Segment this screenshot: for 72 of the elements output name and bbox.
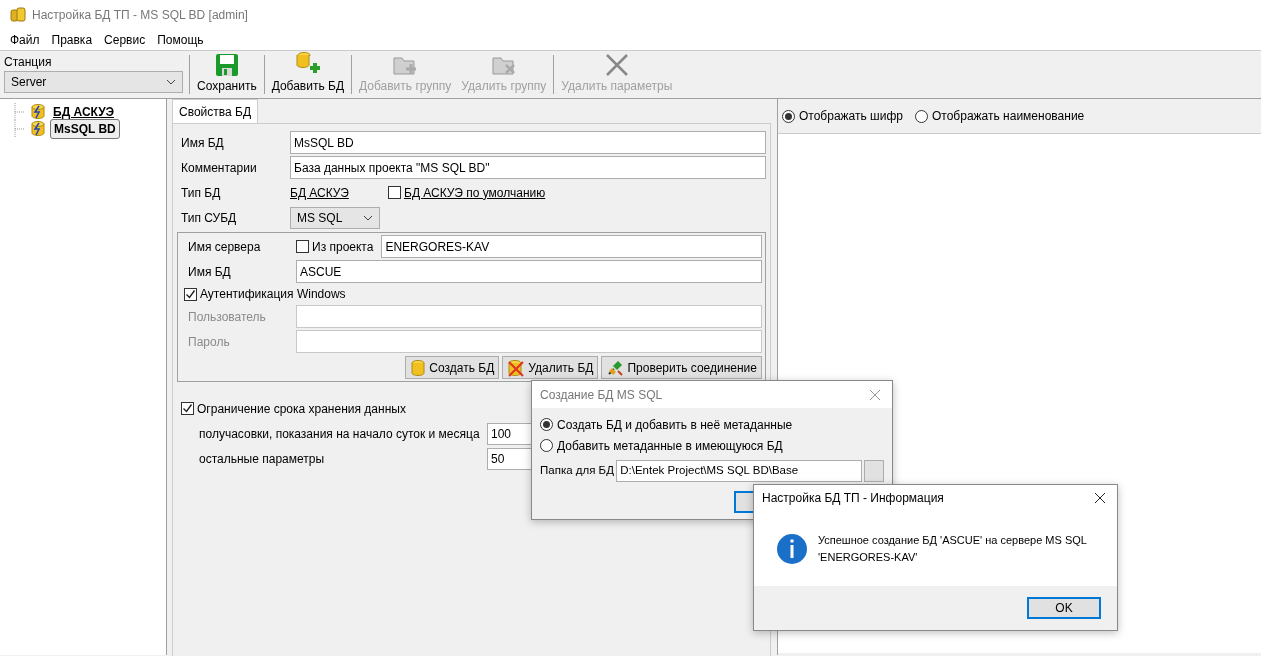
check-icon	[185, 288, 196, 300]
radio-button[interactable]	[915, 109, 928, 123]
field-label: Комментарии	[180, 159, 258, 177]
field-label: Папка для БД	[540, 463, 615, 479]
close-icon	[1094, 492, 1106, 504]
dbms-select[interactable]: MS SQL	[290, 207, 380, 229]
field-label: Имя БД	[180, 134, 225, 152]
save-icon	[214, 53, 239, 77]
toolbar-button[interactable]: Сохранить	[192, 51, 262, 98]
number-field[interactable]: 50	[487, 447, 532, 470]
toolbar-button[interactable]: Добавить БД	[266, 51, 349, 98]
check-icon	[182, 403, 193, 414]
field-label: получасовки, показания на начало суток и месяца	[199, 425, 481, 443]
checkbox-label[interactable]: БД АСКУЭ по умолчанию	[404, 183, 546, 202]
database-icon	[30, 103, 46, 120]
input-field[interactable]: MsSQL BD	[290, 131, 766, 154]
checkbox-label[interactable]: Ограничение срока хранения данных	[197, 399, 406, 418]
dialog-title: Создание БД MS SQL	[540, 386, 663, 404]
checkbox-label[interactable]: Аутентификация Windows	[200, 285, 346, 303]
action-button[interactable]: Создать БД	[405, 356, 500, 379]
checkbox[interactable]	[184, 287, 197, 301]
input-field[interactable]: База данных проекта "MS SQL BD"	[290, 156, 766, 179]
info-message: Успешное создание БД 'ASCUE' на сервере MS SQL 'ENERGORES-KAV'	[818, 533, 1088, 565]
database-delete-icon	[507, 358, 526, 377]
caret-icon	[166, 79, 176, 85]
dialog-title: Настройка БД ТП - Информация	[762, 490, 944, 507]
radio-label[interactable]: Отображать шифр	[799, 107, 903, 125]
checkbox[interactable]	[181, 402, 194, 415]
station-label: Станция	[4, 54, 53, 71]
station-select[interactable]: Server	[4, 71, 183, 93]
ok-button[interactable]: OK	[1027, 597, 1101, 619]
menu-item[interactable]: Помощь	[151, 31, 210, 49]
radio-label[interactable]: Добавить метаданные в имеющуюся БД	[557, 436, 783, 455]
database-icon	[30, 120, 46, 137]
input-field[interactable]: ENERGORES-KAV	[381, 235, 762, 258]
database-icon	[410, 358, 427, 377]
plug-icon	[606, 358, 625, 377]
radio-button[interactable]	[782, 109, 795, 123]
menu-item[interactable]: Правка	[45, 31, 99, 49]
window-title: Настройка БД ТП - MS SQL BD [admin]	[32, 7, 248, 24]
menu-item[interactable]: Сервис	[98, 31, 152, 49]
checkbox[interactable]	[296, 240, 309, 253]
action-button[interactable]: Проверить соединение	[601, 356, 762, 379]
close-icon	[604, 53, 629, 77]
checkbox[interactable]	[388, 186, 401, 199]
field-label: Имя БД	[187, 263, 232, 281]
checkbox-label[interactable]: Из проекта	[312, 237, 374, 256]
number-field[interactable]: 100	[487, 422, 532, 445]
menu-item[interactable]: Файл	[4, 31, 46, 49]
tree-item[interactable]: MsSQL BD	[50, 118, 120, 139]
type-link[interactable]: БД АСКУЭ	[290, 183, 388, 202]
field-label: Пользователь	[187, 308, 267, 326]
caret-icon	[363, 215, 373, 221]
radio-button[interactable]	[540, 418, 553, 431]
tree-connector-icon	[14, 120, 26, 137]
input-field[interactable]: D:\Entek Project\MS SQL BD\Base	[616, 460, 863, 482]
field-label: Пароль	[187, 333, 231, 351]
field-label: Имя сервера	[187, 238, 262, 256]
radio-button[interactable]	[540, 439, 553, 452]
tree-item[interactable]: БД АСКУЭ	[50, 102, 117, 121]
field-label: остальные параметры	[199, 450, 326, 468]
radio-label[interactable]: Отображать наименование	[932, 107, 1085, 125]
info-icon	[776, 532, 808, 565]
input-field[interactable]: ASCUE	[296, 260, 762, 283]
field-label: Тип СУБД	[180, 210, 238, 227]
tab[interactable]: Свойства БД	[172, 99, 259, 123]
close-icon	[869, 388, 881, 401]
action-button[interactable]: Удалить БД	[502, 356, 599, 379]
field-label: Тип БД	[180, 184, 222, 202]
radio-label[interactable]: Создать БД и добавить в неё метаданные	[557, 415, 793, 434]
database-icon	[10, 7, 26, 23]
tree-connector-icon	[14, 103, 26, 120]
